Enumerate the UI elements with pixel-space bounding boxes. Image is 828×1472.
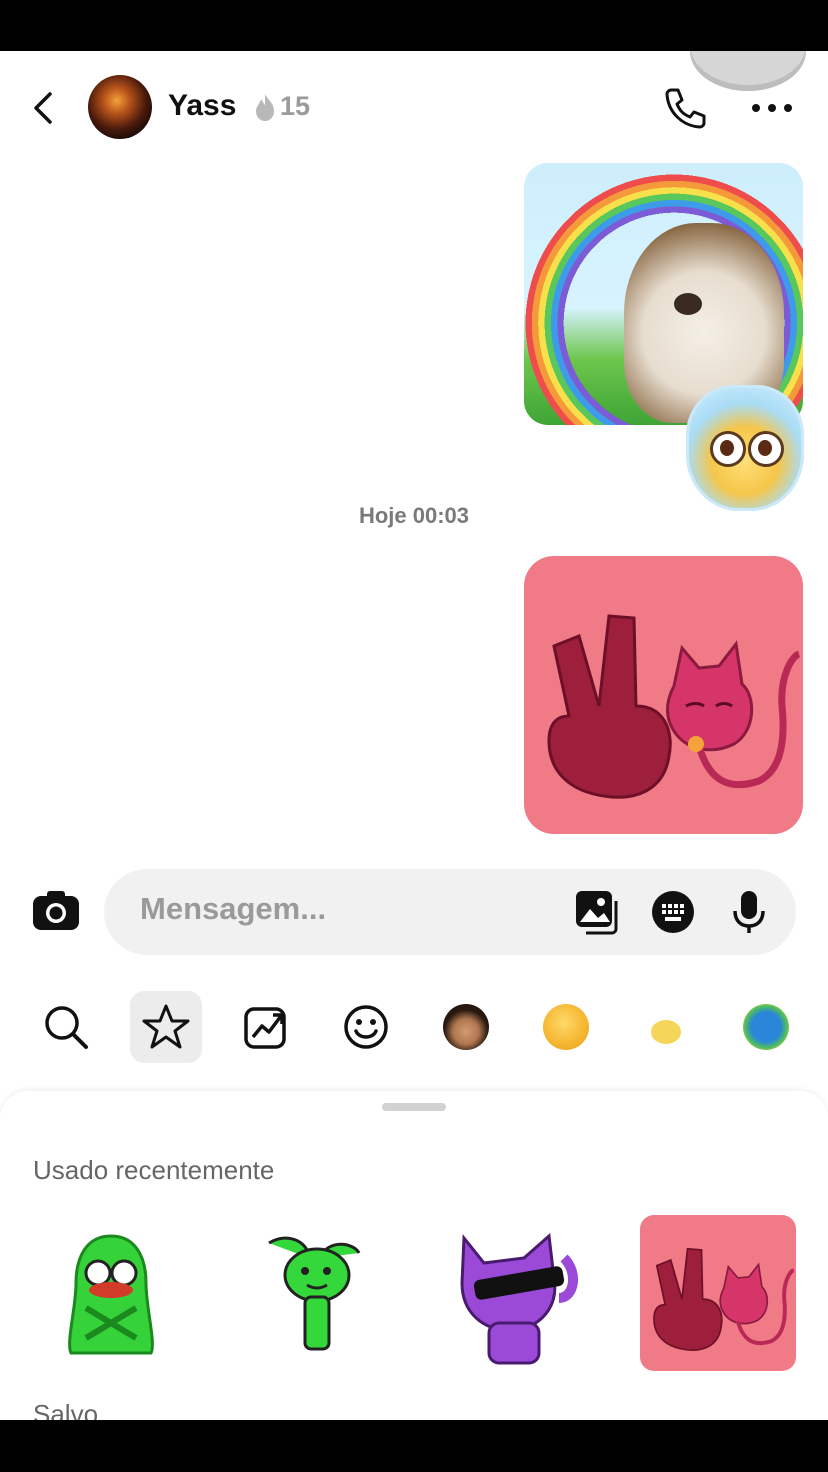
streak-count: 15 (280, 91, 311, 121)
message-placeholder: Mensagem... (140, 891, 327, 926)
microphone-icon[interactable] (726, 889, 772, 935)
message-timestamp: Hoje 00:03 (358, 503, 470, 528)
keyboard-sticker-icon[interactable] (650, 889, 696, 935)
tray-favorites[interactable] (130, 991, 202, 1063)
tray-avatar[interactable] (430, 991, 502, 1063)
system-nav-bar (0, 1420, 828, 1472)
tray-emoji[interactable] (330, 991, 402, 1063)
wink-emoji (543, 1004, 589, 1050)
star-icon (142, 1004, 190, 1049)
tray-trending[interactable] (230, 991, 302, 1063)
smiley-icon (344, 1005, 388, 1049)
gallery-icon[interactable] (574, 889, 620, 935)
flame-icon (256, 93, 274, 121)
avatar-face (443, 1004, 489, 1050)
sticker-sheet: Usado recentemente Salvo (0, 1091, 828, 1420)
contact-name[interactable]: Yass (168, 89, 236, 123)
more-horizontal-icon[interactable] (750, 93, 794, 123)
sticker-blue-creature (743, 1004, 789, 1050)
tray-search[interactable] (30, 991, 102, 1063)
search-icon (45, 1006, 88, 1049)
tray-sticker-sun[interactable] (630, 991, 702, 1063)
chevron-left-icon[interactable] (28, 91, 62, 125)
cat-mouth (674, 293, 702, 315)
tray-sticker-blue-creature[interactable] (730, 991, 802, 1063)
contact-avatar[interactable] (88, 75, 152, 139)
recent-sticker-green-blob[interactable] (33, 1215, 189, 1371)
saved-section-title: Salvo (33, 1399, 99, 1420)
recent-sticker-green-bunny[interactable] (236, 1215, 392, 1371)
reaction-eye-right (748, 431, 784, 467)
phone-icon[interactable] (662, 85, 708, 131)
sheet-handle[interactable] (382, 1103, 446, 1111)
trending-icon (244, 1007, 286, 1049)
peace-cat-illustration (547, 614, 801, 799)
recent-sticker-purple-cat[interactable] (436, 1215, 592, 1371)
chat-screen: Yass 15 Hoje 00:03 Mensagem... Usado rec… (0, 51, 828, 1420)
message-input[interactable]: Mensagem... (104, 869, 796, 955)
green-bunny-sticker (268, 1236, 361, 1351)
green-blob-sticker (68, 1234, 154, 1355)
sticker-tray (0, 991, 828, 1071)
reaction-eye-left (710, 431, 746, 467)
streak-badge: 15 (252, 91, 310, 122)
recent-sticker-peace-cat[interactable] (640, 1215, 796, 1371)
peace-cat-sticker-message[interactable] (524, 556, 803, 834)
peace-cat-sticker-thumb (653, 1247, 795, 1351)
recent-section-title: Usado recentemente (33, 1155, 275, 1185)
tray-wink-emoji[interactable] (530, 991, 602, 1063)
reaction-sticker[interactable] (686, 385, 804, 511)
purple-cat-sticker (460, 1232, 578, 1365)
sticker-sun (651, 1020, 681, 1044)
camera-icon[interactable] (32, 889, 80, 933)
